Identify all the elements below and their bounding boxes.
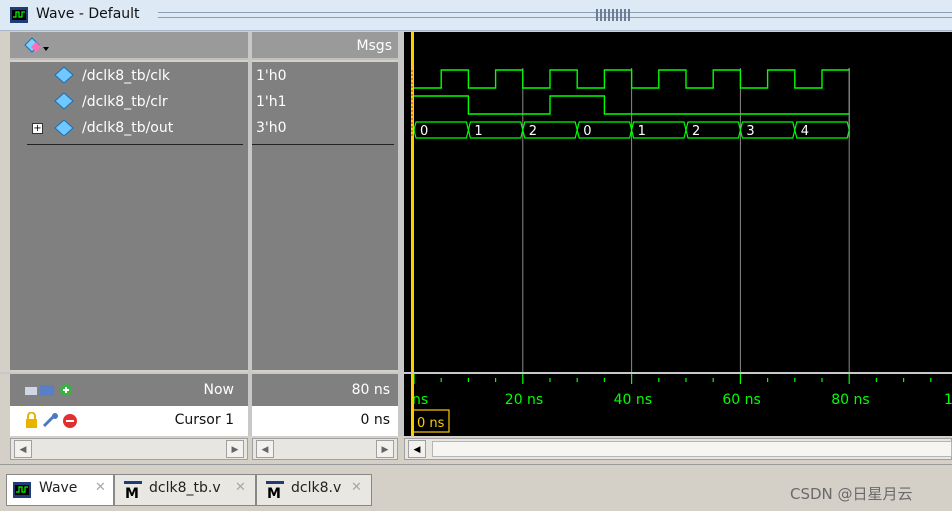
signal-value-pane: 1'h0 1'h1 3'h0 <box>252 62 398 370</box>
msgs-label: Msgs <box>356 38 392 54</box>
verilog-file-icon: M <box>266 481 284 500</box>
title-grip <box>158 12 952 18</box>
scroll-right-icon[interactable]: ▶ <box>226 440 244 458</box>
signal-value: 1'h0 <box>256 68 287 84</box>
window-title: Wave - Default <box>36 6 140 22</box>
ruler-tick-label: 80 ns <box>831 392 869 408</box>
signal-name: /dclk8_tb/clr <box>82 94 168 110</box>
ruler-tick-label: 100 <box>944 392 952 408</box>
signal-name: /dclk8_tb/out <box>82 120 174 136</box>
value-header: Msgs <box>252 32 398 60</box>
waveform-svg: 0 1 2 0 1 2 3 4 <box>411 32 850 372</box>
signal-name-header <box>10 32 248 60</box>
cursor-value: 0 ns <box>360 412 390 428</box>
bus-value-label: 0 <box>420 124 428 139</box>
bus-value-label: 1 <box>474 124 482 139</box>
name-value-splitter-bottom <box>248 372 252 436</box>
bus-value-label: 3 <box>746 124 754 139</box>
bus-value-label: 4 <box>801 124 809 139</box>
now-label: Now <box>203 382 235 398</box>
tab-label: dclk8_tb.v <box>149 480 221 496</box>
svg-text:M: M <box>267 486 281 500</box>
bus-value-label: 1 <box>638 124 646 139</box>
zoom-toolbar-icons[interactable] <box>24 382 76 398</box>
cursor-label: Cursor 1 <box>174 412 234 428</box>
row-underline <box>27 144 243 145</box>
clk-waveform <box>414 69 850 89</box>
ruler-tick-label: 60 ns <box>722 392 760 408</box>
close-icon[interactable]: ✕ <box>95 480 106 495</box>
signal-diamond-icon <box>54 92 74 110</box>
cursor-time-label: 0 ns <box>417 416 445 431</box>
now-value: 80 ns <box>351 382 390 398</box>
signal-row[interactable]: + /dclk8_tb/out <box>10 114 248 145</box>
scroll-left-icon[interactable]: ◀ <box>408 440 426 458</box>
ruler-tick-label: 40 ns <box>614 392 652 408</box>
verilog-file-icon: M <box>124 481 142 500</box>
expand-plus-icon[interactable]: + <box>32 123 43 134</box>
signal-diamond-icon <box>54 66 74 84</box>
ruler-tick-label: ns <box>412 392 428 408</box>
signal-row[interactable]: /dclk8_tb/clr <box>10 88 248 114</box>
svg-text:M: M <box>125 486 139 500</box>
scroll-left-icon[interactable]: ◀ <box>256 440 274 458</box>
wave-scroll-thumb[interactable] <box>432 441 952 457</box>
bus-value-label: 2 <box>692 124 700 139</box>
title-grip-handle[interactable] <box>596 9 630 21</box>
bus-value-label: 0 <box>583 124 591 139</box>
time-ruler[interactable]: ns 20 ns 40 ns 60 ns 80 ns 100 0 ns <box>404 374 952 436</box>
close-icon[interactable]: ✕ <box>235 480 246 495</box>
scroll-left-icon[interactable]: ◀ <box>14 440 32 458</box>
row-underline <box>252 144 394 145</box>
now-value-cell: 80 ns <box>252 374 398 406</box>
tab-wave[interactable]: Wave ✕ <box>6 474 114 506</box>
wave-window-icon <box>10 7 28 23</box>
now-row-name: Now <box>10 374 248 406</box>
signal-row[interactable]: /dclk8_tb/clk <box>10 62 248 88</box>
close-icon[interactable]: ✕ <box>351 480 362 495</box>
scroll-right-icon[interactable]: ▶ <box>376 440 394 458</box>
signal-value: 3'h0 <box>256 120 287 136</box>
waveform-canvas[interactable]: 0 1 2 0 1 2 3 4 <box>404 32 952 372</box>
diamond-dropdown-icon[interactable] <box>24 37 50 55</box>
tab-dclk8-v[interactable]: M dclk8.v ✕ <box>256 474 372 506</box>
tab-label: Wave <box>39 480 78 496</box>
tab-dclk8-tb-v[interactable]: M dclk8_tb.v ✕ <box>114 474 256 506</box>
bus-value-label: 2 <box>529 124 537 139</box>
wave-tab-icon <box>13 482 31 498</box>
time-ruler-svg: ns 20 ns 40 ns 60 ns 80 ns 100 0 ns <box>411 374 952 436</box>
ruler-tick-label: 20 ns <box>505 392 543 408</box>
cursor-tool-icons[interactable] <box>24 412 84 430</box>
cursor-value-cell: 0 ns <box>252 406 398 436</box>
cursor-row-name[interactable]: Cursor 1 <box>10 406 248 436</box>
tab-label: dclk8.v <box>291 480 342 496</box>
name-pane-scrollbar[interactable] <box>10 438 248 460</box>
watermark-text: CSDN @日星月云 <box>790 485 913 503</box>
signal-name-pane: /dclk8_tb/clk /dclk8_tb/clr + /dclk8_tb/… <box>10 62 248 370</box>
window-title-bar[interactable]: Wave - Default <box>0 0 952 31</box>
signal-name: /dclk8_tb/clk <box>82 68 170 84</box>
signal-value: 1'h1 <box>256 94 287 110</box>
signal-diamond-icon <box>54 119 74 137</box>
